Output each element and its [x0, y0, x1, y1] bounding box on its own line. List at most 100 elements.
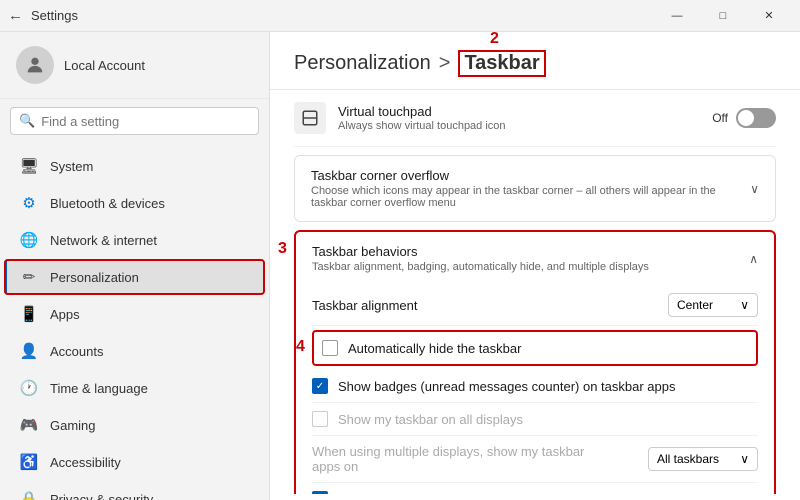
all-displays-label: Show my taskbar on all displays [338, 412, 523, 427]
alignment-chevron: ∨ [740, 298, 749, 312]
auto-hide-wrapper: 4 Automatically hide the taskbar [312, 330, 758, 366]
gaming-icon: 🎮 [20, 416, 38, 434]
apps-icon: 📱 [20, 305, 38, 323]
annotation-4: 4 [296, 338, 305, 356]
sidebar-item-system[interactable]: 🖥 System [4, 148, 265, 184]
corner-overflow-section: Taskbar corner overflow Choose which ico… [294, 155, 776, 222]
sidebar: Local Account 🔍 🖥 System ⚙ Bluetooth & d… [0, 32, 270, 500]
corner-overflow-desc: Choose which icons may appear in the tas… [311, 185, 750, 209]
alignment-value: Center [677, 298, 713, 312]
virtual-touchpad-desc: Always show virtual touchpad icon [338, 120, 506, 132]
search-box[interactable]: 🔍 [10, 107, 259, 135]
accounts-icon: 👤 [20, 342, 38, 360]
sidebar-item-accounts[interactable]: 👤 Accounts [4, 333, 265, 369]
behaviors-desc: Taskbar alignment, badging, automaticall… [312, 261, 649, 273]
sidebar-label-privacy: Privacy & security [50, 492, 153, 500]
taskbar-behaviors-section: Taskbar behaviors Taskbar alignment, bad… [294, 230, 776, 494]
sidebar-label-time: Time & language [50, 381, 148, 396]
auto-hide-checkbox[interactable] [322, 340, 338, 356]
privacy-icon: 🔒 [20, 490, 38, 500]
virtual-touchpad-row: Virtual touchpad Always show virtual tou… [294, 90, 776, 147]
time-icon: 🕐 [20, 379, 38, 397]
minimize-button[interactable]: — [654, 0, 700, 32]
main-layout: Local Account 🔍 🖥 System ⚙ Bluetooth & d… [0, 32, 800, 500]
annotation-3: 3 [278, 240, 287, 258]
far-corner-label: Select the far corner of the taskbar to … [338, 492, 657, 495]
alignment-select[interactable]: Center ∨ [668, 293, 758, 317]
sidebar-item-network[interactable]: 🌐 Network & internet [4, 222, 265, 258]
sidebar-label-bluetooth: Bluetooth & devices [50, 196, 165, 211]
content-area: 2 Personalization > Taskbar Virtual touc… [270, 32, 800, 500]
content-inner: Virtual touchpad Always show virtual tou… [270, 90, 800, 494]
sidebar-label-system: System [50, 159, 93, 174]
alignment-row: Taskbar alignment Center ∨ [312, 285, 758, 326]
sidebar-item-time[interactable]: 🕐 Time & language [4, 370, 265, 406]
back-arrow[interactable]: ← [8, 7, 23, 24]
title-bar-controls: — □ ✕ [654, 0, 792, 32]
sidebar-label-apps: Apps [50, 307, 80, 322]
auto-hide-label: Automatically hide the taskbar [348, 341, 521, 356]
toggle-label: Off [712, 111, 728, 125]
far-corner-checkbox[interactable]: ✓ [312, 491, 328, 494]
breadcrumb-current: Taskbar [458, 50, 545, 77]
sidebar-label-accounts: Accounts [50, 344, 103, 359]
corner-overflow-header[interactable]: Taskbar corner overflow Choose which ico… [295, 156, 775, 221]
breadcrumb: Personalization > Taskbar [294, 50, 776, 77]
virtual-touchpad-left: Virtual touchpad Always show virtual tou… [294, 102, 506, 134]
all-displays-checkbox[interactable] [312, 411, 328, 427]
corner-overflow-text: Taskbar corner overflow Choose which ico… [311, 168, 750, 209]
multi-display-chevron: ∨ [740, 452, 749, 466]
corner-overflow-title: Taskbar corner overflow [311, 168, 750, 183]
behaviors-title: Taskbar behaviors [312, 244, 649, 259]
all-displays-row: Show my taskbar on all displays [312, 403, 758, 436]
network-icon: 🌐 [20, 231, 38, 249]
behaviors-header[interactable]: Taskbar behaviors Taskbar alignment, bad… [296, 232, 774, 285]
multi-display-row: When using multiple displays, show my ta… [312, 436, 758, 483]
sidebar-item-personalization[interactable]: 1 ✏ Personalization [4, 259, 265, 295]
toggle-control[interactable] [736, 108, 776, 128]
sidebar-label-personalization: Personalization [50, 270, 139, 285]
sidebar-item-privacy[interactable]: 🔒 Privacy & security [4, 481, 265, 500]
content-scroll: Virtual touchpad Always show virtual tou… [270, 90, 800, 494]
behaviors-content: Taskbar alignment Center ∨ 4 [296, 285, 774, 494]
content-header: 2 Personalization > Taskbar [270, 32, 800, 90]
breadcrumb-parent: Personalization [294, 52, 431, 75]
virtual-touchpad-text: Virtual touchpad Always show virtual tou… [338, 104, 506, 132]
maximize-button[interactable]: □ [700, 0, 746, 32]
multi-display-value: All taskbars [657, 452, 719, 466]
sidebar-item-accessibility[interactable]: ♿ Accessibility [4, 444, 265, 480]
badges-checkbox[interactable]: ✓ [312, 378, 328, 394]
sidebar-item-apps[interactable]: 📱 Apps [4, 296, 265, 332]
window-title: Settings [31, 8, 78, 23]
bluetooth-icon: ⚙ [20, 194, 38, 212]
multi-display-select[interactable]: All taskbars ∨ [648, 447, 758, 471]
sidebar-label-accessibility: Accessibility [50, 455, 121, 470]
sidebar-item-gaming[interactable]: 🎮 Gaming [4, 407, 265, 443]
breadcrumb-separator: > [439, 52, 451, 75]
alignment-label: Taskbar alignment [312, 298, 418, 313]
far-corner-row: ✓ Select the far corner of the taskbar t… [312, 483, 758, 494]
search-input[interactable] [41, 114, 250, 129]
toggle-thumb [738, 110, 754, 126]
sidebar-user: Local Account [0, 32, 269, 99]
badges-row: ✓ Show badges (unread messages counter) … [312, 370, 758, 403]
multi-display-label: When using multiple displays, show my ta… [312, 444, 612, 474]
close-button[interactable]: ✕ [746, 0, 792, 32]
sidebar-label-network: Network & internet [50, 233, 157, 248]
virtual-touchpad-toggle[interactable]: Off [712, 108, 776, 128]
touchpad-icon [294, 102, 326, 134]
corner-overflow-chevron: ∨ [750, 182, 759, 196]
accessibility-icon: ♿ [20, 453, 38, 471]
behaviors-chevron: ∧ [749, 252, 758, 266]
title-bar: ← Settings — □ ✕ [0, 0, 800, 32]
nav-list: 🖥 System ⚙ Bluetooth & devices 🌐 Network… [0, 143, 269, 500]
annotation-2: 2 [490, 32, 499, 48]
system-icon: 🖥 [20, 157, 38, 175]
behaviors-text: Taskbar behaviors Taskbar alignment, bad… [312, 244, 649, 273]
auto-hide-row: Automatically hide the taskbar [312, 330, 758, 366]
search-icon: 🔍 [19, 113, 35, 129]
user-name: Local Account [64, 58, 145, 73]
sidebar-label-gaming: Gaming [50, 418, 96, 433]
sidebar-item-bluetooth[interactable]: ⚙ Bluetooth & devices [4, 185, 265, 221]
behaviors-wrapper: 3 Taskbar behaviors Taskbar alignment, b… [294, 230, 776, 494]
